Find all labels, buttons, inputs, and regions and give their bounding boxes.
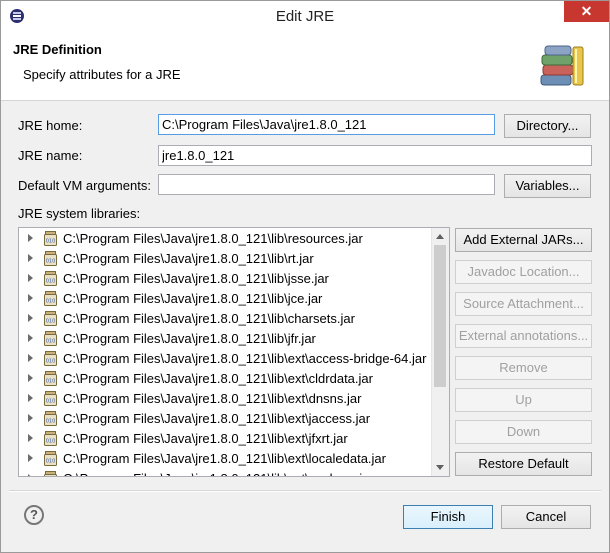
jre-name-label: JRE name: [18, 148, 83, 163]
scroll-thumb[interactable] [434, 245, 446, 387]
library-path: C:\Program Files\Java\jre1.8.0_121\lib\r… [63, 251, 314, 266]
svg-text:010: 010 [46, 399, 56, 405]
vertical-scrollbar[interactable] [431, 228, 449, 476]
expand-arrow-icon[interactable] [28, 294, 33, 302]
expand-arrow-icon[interactable] [28, 354, 33, 362]
jar-icon: 010 [44, 431, 57, 446]
libraries-label: JRE system libraries: [18, 206, 141, 221]
external-annotations-button[interactable]: External annotations... [455, 324, 592, 348]
add-external-jars-button[interactable]: Add External JARs... [455, 228, 592, 252]
library-path: C:\Program Files\Java\jre1.8.0_121\lib\e… [63, 451, 386, 466]
svg-text:010: 010 [46, 239, 56, 245]
library-row[interactable]: 010 C:\Program Files\Java\jre1.8.0_121\li… [19, 249, 433, 269]
library-row[interactable]: 010 C:\Program Files\Java\jre1.8.0_121\li… [19, 269, 433, 289]
library-path: C:\Program Files\Java\jre1.8.0_121\lib\r… [63, 231, 363, 246]
svg-text:010: 010 [46, 339, 56, 345]
jar-icon: 010 [44, 331, 57, 346]
svg-text:010: 010 [46, 419, 56, 425]
library-path: C:\Program Files\Java\jre1.8.0_121\lib\e… [63, 371, 373, 386]
help-icon[interactable]: ? [24, 505, 44, 525]
library-path: C:\Program Files\Java\jre1.8.0_121\lib\j… [63, 271, 329, 286]
jar-icon: 010 [44, 351, 57, 366]
expand-arrow-icon[interactable] [28, 414, 33, 422]
close-button[interactable]: ✕ [564, 1, 609, 22]
expand-arrow-icon[interactable] [28, 254, 33, 262]
jre-books-icon [540, 45, 584, 86]
expand-arrow-icon[interactable] [28, 234, 33, 242]
jre-name-field[interactable] [158, 145, 592, 166]
svg-text:010: 010 [46, 279, 56, 285]
source-attachment-button[interactable]: Source Attachment... [455, 292, 592, 316]
expand-arrow-icon[interactable] [28, 314, 33, 322]
jar-icon: 010 [44, 291, 57, 306]
footer-separator [9, 490, 601, 492]
vm-args-field[interactable] [158, 174, 495, 195]
library-row[interactable]: 010 C:\Program Files\Java\jre1.8.0_121\li… [19, 469, 433, 476]
svg-text:010: 010 [46, 259, 56, 265]
library-path: C:\Program Files\Java\jre1.8.0_121\lib\j… [63, 331, 316, 346]
expand-arrow-icon[interactable] [28, 434, 33, 442]
library-row[interactable]: 010 C:\Program Files\Java\jre1.8.0_121\li… [19, 369, 433, 389]
down-button[interactable]: Down [455, 420, 592, 444]
library-row[interactable]: 010 C:\Program Files\Java\jre1.8.0_121\li… [19, 329, 433, 349]
finish-button[interactable]: Finish [403, 505, 493, 529]
library-path: C:\Program Files\Java\jre1.8.0_121\lib\e… [63, 351, 427, 366]
library-path: C:\Program Files\Java\jre1.8.0_121\lib\c… [63, 311, 355, 326]
expand-arrow-icon[interactable] [28, 374, 33, 382]
library-path: C:\Program Files\Java\jre1.8.0_121\lib\e… [63, 391, 362, 406]
library-path: C:\Program Files\Java\jre1.8.0_121\lib\e… [63, 411, 371, 426]
vm-args-label: Default VM arguments: [18, 178, 151, 193]
edit-jre-dialog: Edit JRE ✕ JRE Definition Specify attrib… [0, 0, 610, 553]
svg-text:010: 010 [46, 379, 56, 385]
window-title: Edit JRE [275, 8, 335, 25]
variables-button[interactable]: Variables... [504, 174, 591, 198]
jar-icon: 010 [44, 251, 57, 266]
jar-icon: 010 [44, 371, 57, 386]
svg-text:010: 010 [46, 299, 56, 305]
javadoc-location-button[interactable]: Javadoc Location... [455, 260, 592, 284]
expand-arrow-icon[interactable] [28, 274, 33, 282]
library-path: C:\Program Files\Java\jre1.8.0_121\lib\e… [63, 431, 348, 446]
library-path: C:\Program Files\Java\jre1.8.0_121\lib\j… [63, 291, 323, 306]
up-button[interactable]: Up [455, 388, 592, 412]
wizard-header: JRE Definition Specify attributes for a … [1, 31, 609, 101]
jar-icon: 010 [44, 391, 57, 406]
svg-text:010: 010 [46, 439, 56, 445]
remove-button[interactable]: Remove [455, 356, 592, 380]
scroll-up-icon[interactable] [436, 234, 444, 239]
jar-icon: 010 [44, 471, 57, 476]
scroll-down-icon[interactable] [436, 465, 444, 470]
expand-arrow-icon[interactable] [28, 334, 33, 342]
jre-home-label: JRE home: [18, 118, 83, 133]
library-row[interactable]: 010 C:\Program Files\Java\jre1.8.0_121\li… [19, 429, 433, 449]
restore-default-button[interactable]: Restore Default [455, 452, 592, 476]
library-row[interactable]: 010 C:\Program Files\Java\jre1.8.0_121\li… [19, 289, 433, 309]
expand-arrow-icon[interactable] [28, 394, 33, 402]
library-row[interactable]: 010 C:\Program Files\Java\jre1.8.0_121\li… [19, 389, 433, 409]
cancel-button[interactable]: Cancel [501, 505, 591, 529]
jar-icon: 010 [44, 451, 57, 466]
jar-icon: 010 [44, 271, 57, 286]
page-description: Specify attributes for a JRE [23, 67, 181, 82]
jre-home-field[interactable] [158, 114, 495, 135]
svg-text:010: 010 [46, 359, 56, 365]
directory-button[interactable]: Directory... [504, 114, 591, 138]
expand-arrow-icon[interactable] [28, 454, 33, 462]
expand-arrow-icon[interactable] [28, 474, 33, 476]
jar-icon: 010 [44, 231, 57, 246]
libraries-tree[interactable]: 010 C:\Program Files\Java\jre1.8.0_121\li… [18, 227, 450, 477]
library-row[interactable]: 010 C:\Program Files\Java\jre1.8.0_121\li… [19, 349, 433, 369]
library-row[interactable]: 010 C:\Program Files\Java\jre1.8.0_121\li… [19, 309, 433, 329]
svg-text:010: 010 [46, 459, 56, 465]
jar-icon: 010 [44, 411, 57, 426]
page-title: JRE Definition [13, 42, 102, 57]
library-path: C:\Program Files\Java\jre1.8.0_121\lib\e… [63, 471, 374, 476]
library-row[interactable]: 010 C:\Program Files\Java\jre1.8.0_121\li… [19, 229, 433, 249]
jar-icon: 010 [44, 311, 57, 326]
library-row[interactable]: 010 C:\Program Files\Java\jre1.8.0_121\li… [19, 409, 433, 429]
title-bar[interactable]: Edit JRE ✕ [1, 1, 609, 31]
svg-text:010: 010 [46, 319, 56, 325]
library-row[interactable]: 010 C:\Program Files\Java\jre1.8.0_121\li… [19, 449, 433, 469]
